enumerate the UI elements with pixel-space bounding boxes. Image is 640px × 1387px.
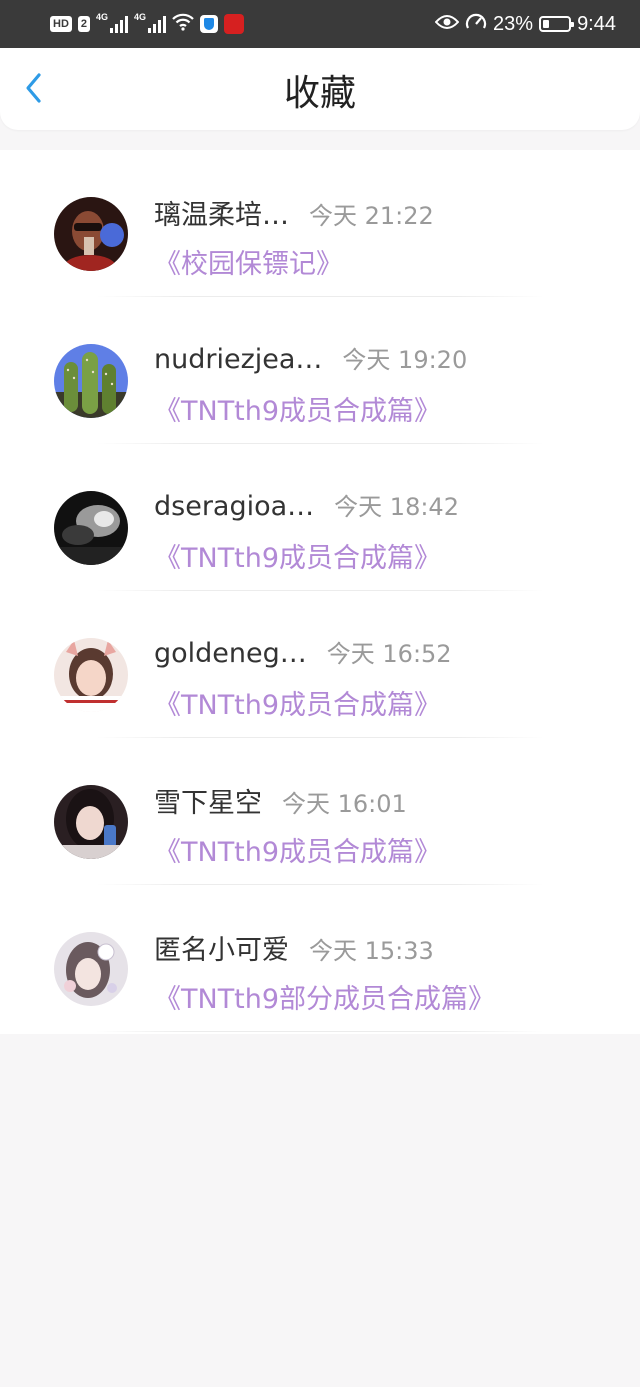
story-link[interactable]: 《TNTth9部分成员合成篇》 bbox=[154, 977, 495, 1016]
list-item[interactable]: nudriezjea… 今天 19:20 《TNTth9成员合成篇》 bbox=[0, 297, 640, 444]
battery-icon bbox=[539, 16, 575, 32]
timestamp: 今天 16:01 bbox=[282, 790, 407, 818]
timestamp: 今天 19:20 bbox=[342, 346, 468, 374]
user-name[interactable]: goldeneg… bbox=[154, 638, 307, 669]
hd-badge: HD bbox=[50, 16, 72, 32]
divider bbox=[96, 1031, 544, 1032]
clock: 9:44 bbox=[577, 12, 616, 35]
signal-icon: 4G bbox=[134, 12, 167, 33]
network-type-label: 4G bbox=[96, 12, 109, 22]
user-name[interactable]: 匿名小可爱 bbox=[154, 928, 289, 967]
user-name[interactable]: 璃温柔培… bbox=[154, 193, 289, 232]
timestamp: 今天 15:33 bbox=[309, 937, 434, 965]
timestamp: 今天 16:52 bbox=[326, 640, 452, 668]
battery-fill bbox=[543, 20, 549, 28]
battery-percent: 23% bbox=[493, 12, 534, 35]
avatar[interactable] bbox=[54, 491, 128, 565]
avatar[interactable] bbox=[54, 785, 128, 859]
item-header: dseragioa… 今天 18:42 bbox=[154, 487, 459, 522]
list-item[interactable]: dseragioa… 今天 18:42 《TNTth9成员合成篇》 bbox=[0, 444, 640, 591]
story-link[interactable]: 《TNTth9成员合成篇》 bbox=[154, 536, 441, 575]
user-name[interactable]: nudriezjea… bbox=[154, 344, 322, 375]
network-type-label: 4G bbox=[134, 12, 147, 22]
story-link[interactable]: 《TNTth9成员合成篇》 bbox=[154, 683, 441, 722]
eye-icon bbox=[434, 14, 460, 35]
timestamp: 今天 21:22 bbox=[309, 202, 434, 230]
header: 收藏 bbox=[0, 48, 640, 130]
story-link[interactable]: 《TNTth9成员合成篇》 bbox=[154, 389, 441, 428]
status-right: 23% 9:44 bbox=[434, 12, 616, 37]
item-header: nudriezjea… 今天 19:20 bbox=[154, 340, 467, 375]
avatar[interactable] bbox=[54, 344, 128, 418]
sim-slot-badge: 2 bbox=[77, 16, 91, 32]
red-app-icon bbox=[224, 14, 245, 34]
status-bar: HD 2 4G 4G 23% 9:44 bbox=[0, 0, 640, 48]
signal-icon: 4G bbox=[96, 12, 129, 33]
item-header: 匿名小可爱 今天 15:33 bbox=[154, 928, 434, 967]
list-item[interactable]: 匿名小可爱 今天 15:33 《TNTth9部分成员合成篇》 bbox=[0, 885, 640, 1032]
list-item[interactable]: 璃温柔培… 今天 21:22 《校园保镖记》 bbox=[0, 150, 640, 297]
avatar[interactable] bbox=[54, 197, 128, 271]
status-left: HD 2 4G 4G bbox=[50, 12, 245, 36]
item-header: goldeneg… 今天 16:52 bbox=[154, 634, 452, 669]
user-name[interactable]: dseragioa… bbox=[154, 491, 314, 522]
avatar[interactable] bbox=[54, 638, 128, 712]
item-header: 雪下星空 今天 16:01 bbox=[154, 781, 407, 820]
story-link[interactable]: 《TNTth9成员合成篇》 bbox=[154, 830, 441, 869]
avatar[interactable] bbox=[54, 932, 128, 1006]
user-name[interactable]: 雪下星空 bbox=[154, 781, 262, 820]
wifi-icon bbox=[172, 13, 194, 36]
favorites-list: 璃温柔培… 今天 21:22 《校园保镖记》 nudriezjea… 今天 19… bbox=[0, 150, 640, 1034]
item-header: 璃温柔培… 今天 21:22 bbox=[154, 193, 434, 232]
timestamp: 今天 18:42 bbox=[334, 493, 459, 521]
list-item[interactable]: 雪下星空 今天 16:01 《TNTth9成员合成篇》 bbox=[0, 738, 640, 885]
story-link[interactable]: 《校园保镖记》 bbox=[154, 242, 343, 281]
speedometer-icon bbox=[465, 12, 487, 37]
shield-app-icon bbox=[200, 15, 219, 33]
page-title: 收藏 bbox=[283, 73, 356, 114]
list-item[interactable]: goldeneg… 今天 16:52 《TNTth9成员合成篇》 bbox=[0, 591, 640, 738]
